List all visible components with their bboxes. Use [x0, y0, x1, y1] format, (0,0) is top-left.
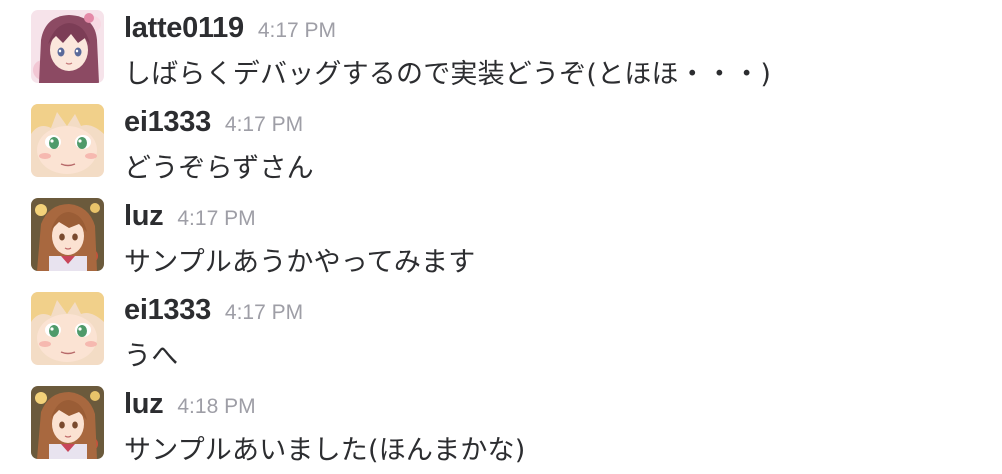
message-header: luz 4:18 PM — [124, 388, 256, 424]
message-list: latte0119 4:17 PM しばらくデバッグするので実装どうぞ(とほほ・・… — [0, 0, 1002, 474]
timestamp[interactable]: 4:18 PM — [177, 395, 255, 419]
message-header: luz 4:17 PM — [124, 200, 256, 236]
message-item: luz 4:18 PM サンプルあいました(ほんまかな) — [0, 376, 1002, 470]
username[interactable]: luz — [124, 200, 164, 233]
username[interactable]: ei1333 — [124, 106, 211, 139]
message-text: どうぞらずさん — [124, 153, 314, 184]
message-item: luz 4:17 PM サンプルあうかやってみます — [0, 188, 1002, 282]
message-item: ei1333 4:17 PM うへ — [0, 282, 1002, 376]
message-text: サンプルあいました(ほんまかな) — [124, 435, 526, 466]
username[interactable]: luz — [124, 388, 164, 421]
avatar-blonde-girl-green-eyes-icon[interactable] — [31, 292, 104, 365]
timestamp[interactable]: 4:17 PM — [225, 301, 303, 325]
message-header: latte0119 4:17 PM — [124, 12, 336, 48]
timestamp[interactable]: 4:17 PM — [258, 19, 336, 43]
avatar-purple-hair-girl-icon[interactable] — [31, 10, 104, 83]
message-text: うへ — [124, 341, 179, 372]
timestamp[interactable]: 4:17 PM — [177, 207, 255, 231]
message-item: latte0119 4:17 PM しばらくデバッグするので実装どうぞ(とほほ・・… — [0, 0, 1002, 94]
avatar-brown-hair-girl-icon[interactable] — [31, 386, 104, 459]
message-text: しばらくデバッグするので実装どうぞ(とほほ・・・) — [124, 59, 772, 90]
username[interactable]: latte0119 — [124, 12, 244, 45]
message-item: ei1333 4:17 PM どうぞらずさん — [0, 94, 1002, 188]
avatar-brown-hair-girl-icon[interactable] — [31, 198, 104, 271]
message-header: ei1333 4:17 PM — [124, 294, 303, 330]
message-text: サンプルあうかやってみます — [124, 247, 476, 278]
message-header: ei1333 4:17 PM — [124, 106, 303, 142]
avatar-blonde-girl-green-eyes-icon[interactable] — [31, 104, 104, 177]
username[interactable]: ei1333 — [124, 294, 211, 327]
timestamp[interactable]: 4:17 PM — [225, 113, 303, 137]
